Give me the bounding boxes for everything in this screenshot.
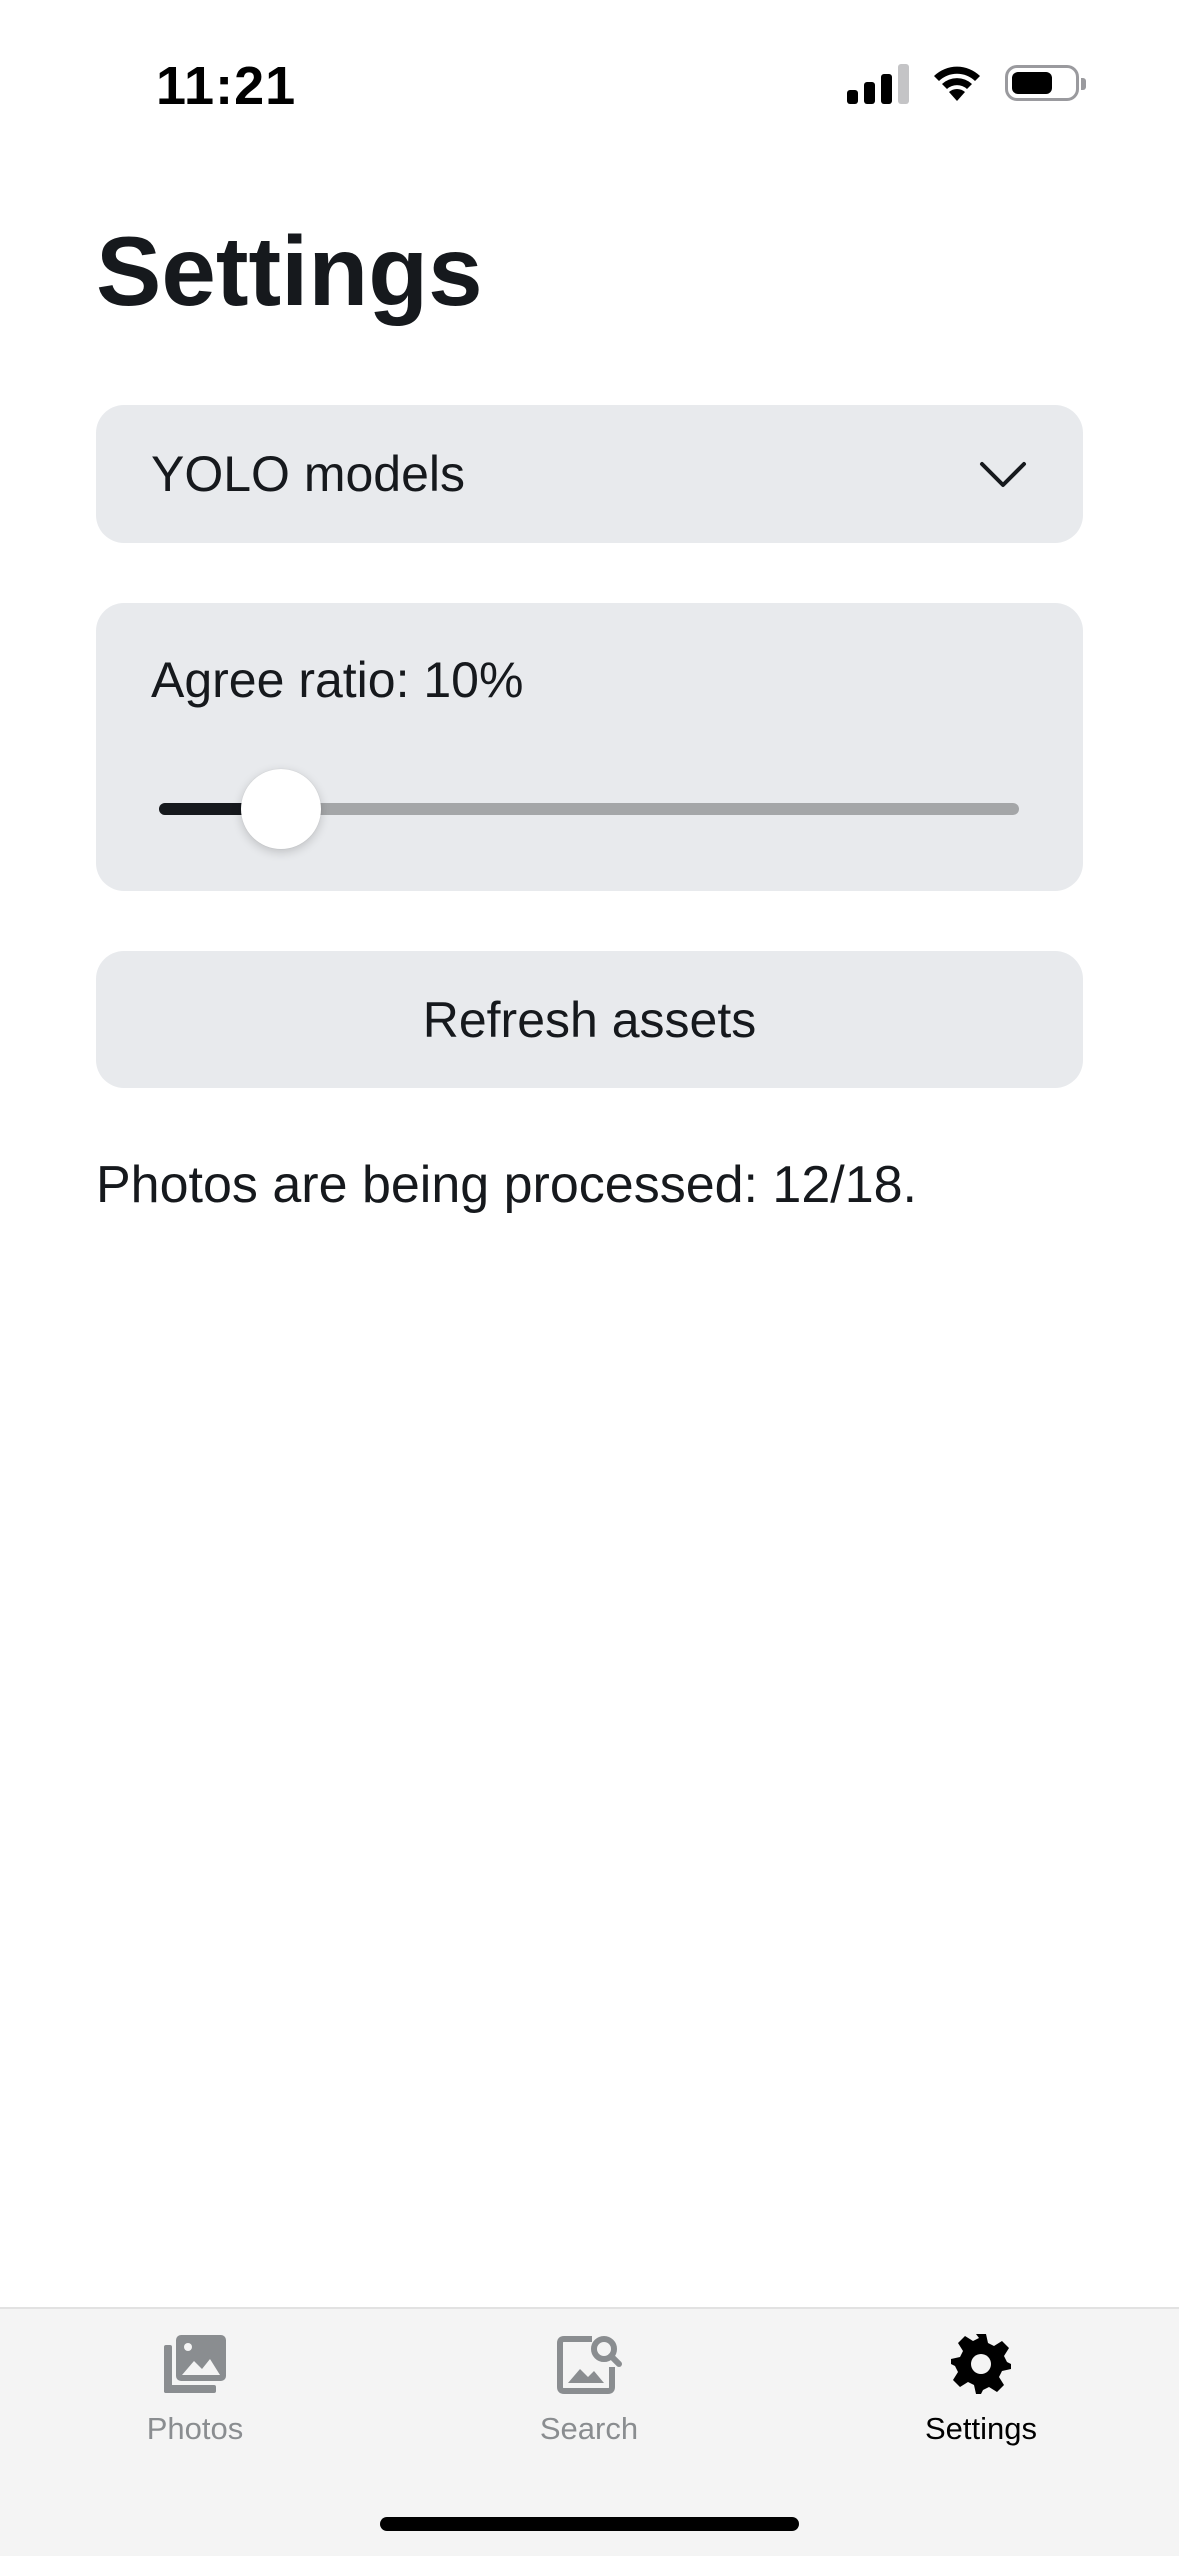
gear-icon [946,2329,1016,2399]
tab-label-search: Search [539,2411,639,2446]
status-icons [847,62,1086,104]
tab-label-settings: Settings [924,2411,1037,2446]
tab-search[interactable]: Search [439,2329,739,2469]
slider-thumb[interactable] [241,769,321,849]
status-bar: 11:21 [0,0,1179,150]
wifi-icon [934,66,980,101]
status-time: 11:21 [156,56,297,116]
agree-ratio-label: Agree ratio: 10% [151,652,524,708]
refresh-assets-button[interactable]: Refresh assets [96,951,1083,1088]
battery-icon [1005,65,1086,101]
model-select-dropdown[interactable]: YOLO models [96,405,1083,543]
tab-settings[interactable]: Settings [831,2329,1131,2469]
photos-icon [160,2329,230,2399]
signal-icon [847,62,909,104]
home-indicator [380,2517,799,2531]
tab-photos[interactable]: Photos [45,2329,345,2469]
page-title: Settings [96,216,483,326]
tab-label-photos: Photos [146,2411,244,2446]
agree-ratio-slider[interactable] [159,769,1019,849]
image-search-icon [554,2329,624,2399]
chevron-down-icon [980,462,1026,487]
processing-status: Photos are being processed: 12/18. [96,1156,918,1214]
agree-ratio-card: Agree ratio: 10% [96,603,1083,891]
model-select-value: YOLO models [151,446,466,502]
